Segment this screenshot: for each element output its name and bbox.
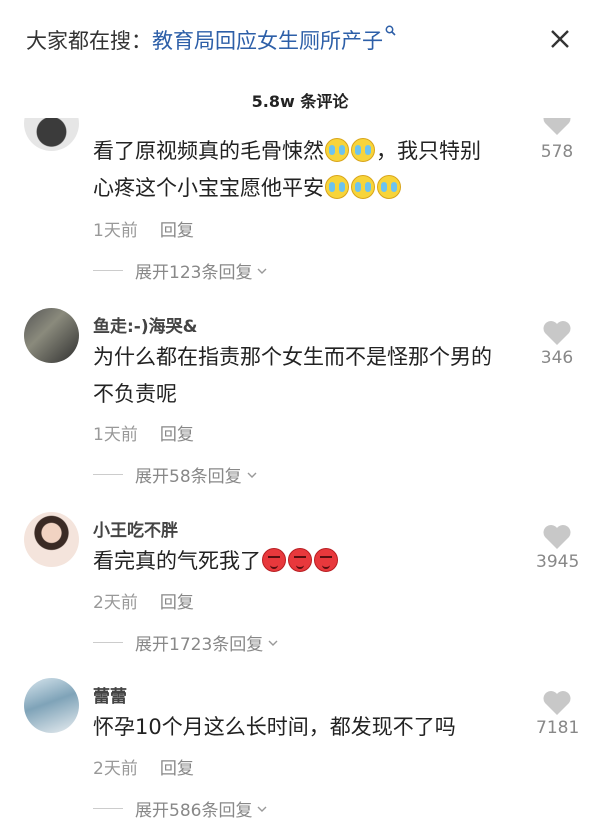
crying-emoji — [351, 138, 375, 162]
reply-button[interactable]: 回复 — [160, 593, 194, 613]
comment-text: 看完真的气死我了 — [93, 543, 533, 580]
avatar[interactable] — [24, 678, 79, 733]
comment-text: 看了原视频真的毛骨悚然 ，我只特别 心疼这个小宝宝愿他平安 — [93, 138, 481, 200]
crying-emoji — [351, 175, 375, 199]
search-suggestion-bar[interactable]: 大家都在搜： 教育局回应女生厕所产子 — [0, 0, 600, 80]
expand-replies-button[interactable]: 展开123条回复 — [93, 258, 268, 283]
heart-icon — [543, 118, 571, 135]
angry-emoji — [314, 548, 338, 572]
avatar[interactable] — [24, 118, 79, 151]
heart-icon — [543, 691, 571, 715]
comment-meta: 1天前 回复 — [93, 216, 194, 241]
like-count: 578 — [540, 142, 574, 162]
heart-icon — [543, 525, 571, 549]
comment-time: 1天前 — [93, 425, 138, 445]
chevron-down-icon — [268, 640, 278, 646]
comment-text: 为什么都在指责那个女生而不是怪那个男的 不负责呢 — [93, 345, 492, 406]
trending-search-link[interactable]: 教育局回应女生厕所产子 — [152, 25, 383, 55]
avatar[interactable] — [24, 512, 79, 567]
comment-time: 1天前 — [93, 221, 138, 241]
like-count: 346 — [540, 348, 574, 368]
comment-meta: 1天前 回复 — [93, 420, 194, 445]
angry-emoji — [288, 548, 312, 572]
username[interactable]: 小王吃不胖 — [93, 516, 178, 541]
like-count: 3945 — [536, 552, 580, 572]
expand-replies-label: 展开1723条回复 — [135, 635, 264, 655]
like-count: 7181 — [536, 718, 580, 738]
expand-replies-button[interactable]: 展开586条回复 — [93, 796, 268, 821]
expand-replies-label: 展开123条回复 — [135, 263, 253, 283]
comment-meta: 2天前 回复 — [93, 588, 194, 613]
expand-replies-button[interactable]: 展开58条回复 — [93, 462, 258, 487]
chevron-down-icon — [257, 268, 267, 274]
like-button[interactable]: 346 — [536, 320, 578, 368]
expand-replies-label: 展开586条回复 — [135, 801, 253, 821]
comment-list[interactable]: 看了原视频真的毛骨悚然 ，我只特别 心疼这个小宝宝愿他平安 1天前 回复 展开123… — [0, 118, 600, 823]
chevron-down-icon — [247, 472, 257, 478]
expand-replies-button[interactable]: 展开1723条回复 — [93, 630, 279, 655]
reply-button[interactable]: 回复 — [160, 221, 194, 241]
comment-text: 怀孕10个月这么长时间，都发现不了吗 — [93, 715, 456, 739]
comment-count-title: 5.8w 条评论 — [251, 92, 349, 111]
like-button[interactable]: 578 — [536, 118, 578, 162]
chevron-down-icon — [257, 806, 267, 812]
comment-meta: 2天前 回复 — [93, 754, 194, 779]
angry-emoji — [262, 548, 286, 572]
search-icon — [385, 25, 396, 39]
comment-time: 2天前 — [93, 759, 138, 779]
close-icon[interactable] — [546, 25, 574, 53]
divider — [93, 642, 123, 643]
reply-button[interactable]: 回复 — [160, 425, 194, 445]
crying-emoji — [325, 138, 349, 162]
like-button[interactable]: 7181 — [536, 690, 580, 738]
comment-time: 2天前 — [93, 593, 138, 613]
reply-button[interactable]: 回复 — [160, 759, 194, 779]
expand-replies-label: 展开58条回复 — [135, 467, 242, 487]
divider — [93, 270, 123, 271]
avatar[interactable] — [24, 308, 79, 363]
like-button[interactable]: 3945 — [536, 524, 580, 572]
username[interactable]: 鱼走:-)海哭& — [93, 312, 197, 337]
crying-emoji — [377, 175, 401, 199]
divider — [93, 808, 123, 809]
heart-icon — [543, 321, 571, 345]
username[interactable]: 蕾蕾 — [93, 682, 127, 707]
crying-emoji — [325, 175, 349, 199]
divider — [93, 474, 123, 475]
search-prefix-label: 大家都在搜： — [26, 29, 152, 53]
